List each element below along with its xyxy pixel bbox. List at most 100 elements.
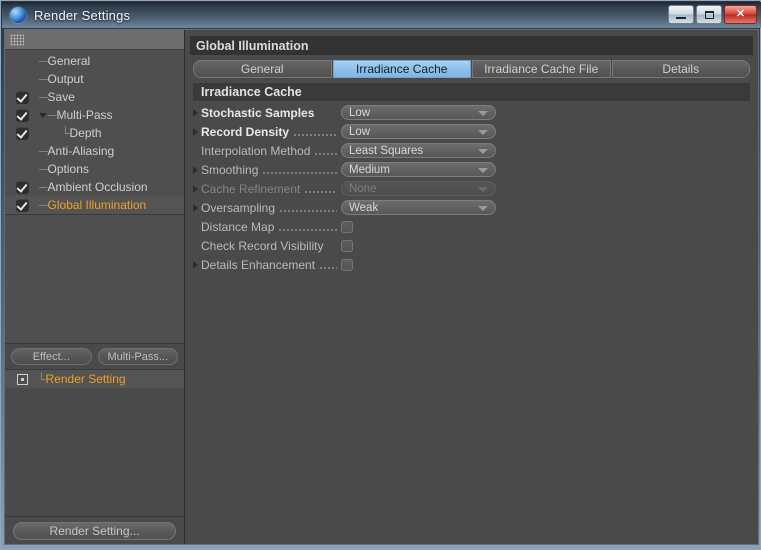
- sidebar-item-label: Multi-Pass: [56, 108, 113, 122]
- checkbox-checked-icon[interactable]: [16, 108, 29, 122]
- sidebar-panel: ─ General ─ Output ─ Save ─ Multi-Pass └ Depth ─ An…: [5, 30, 185, 544]
- dropdown-value: Weak: [349, 201, 379, 214]
- setting-label: Oversampling: [201, 200, 276, 215]
- expand-triangle-icon[interactable]: [193, 165, 198, 174]
- checkbox-distance-map[interactable]: [341, 220, 353, 233]
- tree-branch-glyph: ─: [39, 72, 48, 86]
- tree-branch-glyph: ─: [39, 54, 48, 68]
- desktop-background: Render Settings ✕ ─ General ─ Output ─ Save ─ M…: [0, 0, 761, 550]
- sphere-icon: [10, 7, 26, 23]
- settings-rows: Stochastic Samples Low Record Density Low In…: [185, 101, 758, 274]
- chevron-down-icon: [478, 187, 488, 192]
- tree-branch-glyph: ─: [39, 198, 48, 212]
- maximize-button[interactable]: [696, 5, 722, 24]
- setting-row-check-record-visibility: Check Record Visibility: [193, 236, 750, 255]
- sidebar-empty-fill: [5, 388, 184, 516]
- window-titlebar[interactable]: Render Settings ✕: [2, 2, 761, 28]
- sidebar-item-depth[interactable]: └ Depth: [5, 124, 184, 142]
- checkbox-checked-icon[interactable]: [16, 90, 29, 104]
- dropdown-cache-refinement: None: [341, 181, 496, 196]
- tree-branch-glyph: ─: [48, 108, 57, 122]
- sidebar-item-save[interactable]: ─ Save: [5, 88, 184, 106]
- tree-branch-glyph: ─: [39, 90, 48, 104]
- expand-triangle-icon[interactable]: [193, 203, 198, 212]
- sidebar-item-anti-aliasing[interactable]: ─ Anti-Aliasing: [5, 142, 184, 160]
- setting-label: Interpolation Method: [201, 143, 311, 158]
- setting-row-stochastic-samples: Stochastic Samples Low: [193, 103, 750, 122]
- sidebar-item-label: General: [47, 54, 91, 68]
- setting-label-cell: Stochastic Samples: [193, 106, 341, 120]
- window-title: Render Settings: [34, 7, 131, 23]
- expand-triangle-icon[interactable]: [193, 260, 198, 269]
- chevron-down-icon: [478, 168, 488, 173]
- expand-triangle-icon[interactable]: [193, 108, 198, 117]
- tab-general[interactable]: General: [193, 60, 332, 78]
- tree-item-render-setting[interactable]: └ Render Setting: [5, 370, 184, 388]
- render-settings-window: Render Settings ✕ ─ General ─ Output ─ Save ─ M…: [0, 0, 761, 550]
- tree-empty-space: [5, 215, 184, 343]
- tab-details[interactable]: Details: [611, 60, 750, 78]
- sidebar-item-label: Options: [47, 162, 89, 176]
- minimize-button[interactable]: [668, 5, 694, 24]
- leader-dots: [304, 182, 337, 195]
- leader-dots: [278, 220, 337, 233]
- checkbox-checked-icon[interactable]: [16, 180, 29, 194]
- dropdown-value: None: [349, 182, 377, 195]
- multipass-button[interactable]: Multi-Pass...: [97, 348, 178, 365]
- sidebar-item-label: Ambient Occlusion: [47, 180, 148, 194]
- checkbox-placeholder: [16, 145, 29, 158]
- expand-triangle-icon[interactable]: [193, 127, 198, 136]
- close-button[interactable]: ✕: [724, 5, 757, 24]
- dropdown-value: Low: [349, 106, 371, 119]
- setting-label-cell: Oversampling: [193, 201, 341, 215]
- dropdown-record-density[interactable]: Low: [341, 124, 496, 139]
- render-setting-icon: [17, 373, 28, 385]
- render-setting-tree: └ Render Setting: [5, 369, 184, 388]
- setting-label: Cache Refinement: [201, 181, 301, 196]
- checkbox-checked-icon[interactable]: [16, 126, 29, 140]
- page-title: Global Illumination: [190, 36, 753, 55]
- sidebar-button-row: Effect... Multi-Pass...: [5, 343, 184, 369]
- leader-dots: [293, 125, 337, 138]
- setting-row-record-density: Record Density Low: [193, 122, 750, 141]
- expand-triangle-icon[interactable]: [193, 184, 198, 193]
- checkbox-placeholder: [16, 73, 29, 86]
- sidebar-item-global-illumination[interactable]: ─ Global Illumination: [5, 196, 184, 214]
- sidebar-toolbar: [5, 30, 184, 50]
- checkbox-check-record-visibility[interactable]: [341, 239, 353, 252]
- checkbox-checked-icon[interactable]: [16, 198, 29, 212]
- sidebar-item-options[interactable]: ─ Options: [5, 160, 184, 178]
- sidebar-item-multi-pass[interactable]: ─ Multi-Pass: [5, 106, 184, 124]
- chevron-down-icon: [478, 111, 488, 116]
- render-setting-footer-button[interactable]: Render Setting...: [13, 521, 176, 540]
- sidebar-item-output[interactable]: ─ Output: [5, 70, 184, 88]
- dropdown-smoothing[interactable]: Medium: [341, 162, 496, 177]
- effect-button[interactable]: Effect...: [11, 348, 92, 365]
- setting-label-cell: Interpolation Method: [193, 144, 341, 158]
- sidebar-item-label: Output: [47, 72, 84, 86]
- dropdown-oversampling[interactable]: Weak: [341, 200, 496, 215]
- tree-item-label: Render Setting: [45, 372, 126, 386]
- dropdown-stochastic-samples[interactable]: Low: [341, 105, 496, 120]
- setting-row-smoothing: Smoothing Medium: [193, 160, 750, 179]
- tree-branch-glyph: ─: [39, 180, 48, 194]
- setting-row-oversampling: Oversampling Weak: [193, 198, 750, 217]
- chevron-down-icon[interactable]: [39, 112, 47, 118]
- sidebar-item-general[interactable]: ─ General: [5, 52, 184, 70]
- main-empty-space: [185, 274, 758, 544]
- sidebar-item-ambient-occlusion[interactable]: ─ Ambient Occlusion: [5, 178, 184, 196]
- setting-row-cache-refinement: Cache Refinement None: [193, 179, 750, 198]
- dropdown-interpolation-method[interactable]: Least Squares: [341, 143, 496, 158]
- sidebar-item-label: Depth: [69, 126, 102, 140]
- setting-label: Smoothing: [201, 162, 259, 177]
- setting-row-distance-map: Distance Map: [193, 217, 750, 236]
- checkbox-details-enhancement[interactable]: [341, 258, 353, 271]
- setting-label-cell: Check Record Visibility: [193, 239, 341, 253]
- tree-branch-glyph: └: [61, 126, 70, 140]
- tab-irradiance-cache[interactable]: Irradiance Cache: [332, 60, 471, 78]
- window-controls: ✕: [668, 5, 757, 24]
- tab-irradiance-cache-file[interactable]: Irradiance Cache File: [472, 60, 611, 78]
- drag-grip-icon[interactable]: [10, 33, 24, 46]
- sidebar-item-label: Global Illumination: [47, 198, 147, 212]
- chevron-down-icon: [478, 149, 488, 154]
